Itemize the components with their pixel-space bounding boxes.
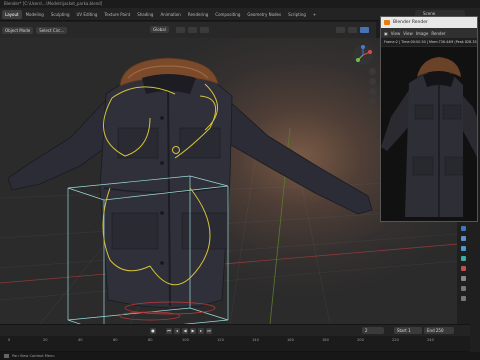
select-tool-dropdown[interactable]: Select Circ... bbox=[36, 26, 68, 34]
render-window-title: Blender Render bbox=[393, 20, 428, 25]
camera-view-icon[interactable] bbox=[369, 88, 376, 95]
next-keyframe-icon[interactable]: ▸ bbox=[198, 328, 204, 334]
menu-render[interactable]: Render bbox=[431, 31, 445, 36]
ruler-tick: 120 bbox=[217, 338, 224, 342]
render-properties-icon[interactable] bbox=[461, 226, 466, 231]
physics-properties-icon[interactable] bbox=[461, 296, 466, 301]
end-label: End bbox=[427, 328, 435, 333]
tab-geometry-nodes[interactable]: Geometry Nodes bbox=[244, 10, 284, 19]
ruler-tick: 220 bbox=[392, 338, 399, 342]
mode-dropdown[interactable]: Object Mode bbox=[2, 26, 34, 34]
menu-view[interactable]: View bbox=[391, 31, 401, 36]
tab-uv-editing[interactable]: UV Editing bbox=[74, 10, 101, 19]
ruler-tick: 180 bbox=[322, 338, 329, 342]
snap-icon[interactable] bbox=[188, 27, 197, 33]
ruler-tick: 140 bbox=[252, 338, 259, 342]
ruler-tick: 240 bbox=[427, 338, 434, 342]
pan-icon[interactable] bbox=[369, 78, 376, 85]
tab-texture-paint[interactable]: Texture Paint bbox=[101, 10, 133, 19]
object-properties-icon[interactable] bbox=[461, 276, 466, 281]
overlays-icon[interactable] bbox=[336, 27, 345, 33]
tab-layout[interactable]: Layout bbox=[2, 9, 22, 19]
tab-compositing[interactable]: Compositing bbox=[212, 10, 243, 19]
render-window-titlebar: Blender Render bbox=[381, 17, 477, 28]
timeline-header: ● ⏮ ◂ ◀ ▶ ▸ ⏭ 2 Start 1 End 250 bbox=[0, 324, 470, 336]
mouse-icon bbox=[4, 354, 9, 358]
jump-start-icon[interactable]: ⏮ bbox=[166, 328, 172, 334]
render-window: Blender Render ▣ View View Image Render … bbox=[380, 16, 478, 222]
rendered-jacket-image bbox=[381, 47, 477, 221]
ruler-tick: 80 bbox=[148, 338, 153, 342]
scene-properties-icon[interactable] bbox=[461, 256, 466, 261]
render-status: Frame:2 | Time:00:00.50 | Mem:736.44M (P… bbox=[381, 38, 477, 46]
proportional-edit-icon[interactable] bbox=[200, 27, 209, 33]
output-properties-icon[interactable] bbox=[461, 236, 466, 241]
record-icon[interactable]: ● bbox=[150, 328, 156, 334]
ruler-tick: 40 bbox=[78, 338, 83, 342]
tab-shading[interactable]: Shading bbox=[134, 10, 156, 19]
render-window-menubar: ▣ View View Image Render bbox=[381, 28, 477, 38]
modifier-properties-icon[interactable] bbox=[461, 286, 466, 291]
tab-rendering[interactable]: Rendering bbox=[185, 10, 211, 19]
play-reverse-icon[interactable]: ◀ bbox=[182, 328, 188, 334]
ruler-tick: 160 bbox=[287, 338, 294, 342]
start-label: Start bbox=[397, 328, 407, 333]
end-value: 250 bbox=[435, 328, 444, 333]
world-properties-icon[interactable] bbox=[461, 266, 466, 271]
status-text: Pan View Context Menu bbox=[12, 354, 55, 358]
navigation-gizmo[interactable] bbox=[352, 44, 374, 66]
prev-keyframe-icon[interactable]: ◂ bbox=[174, 328, 180, 334]
ruler-tick: 20 bbox=[43, 338, 48, 342]
render-image[interactable] bbox=[381, 47, 477, 221]
tab-sculpting[interactable]: Sculpting bbox=[48, 10, 73, 19]
transform-orientation-dropdown[interactable]: Global bbox=[150, 26, 169, 33]
view-layer-icon[interactable] bbox=[461, 246, 466, 251]
start-frame-field[interactable]: Start 1 bbox=[394, 327, 422, 334]
ruler-tick: 100 bbox=[182, 338, 189, 342]
blender-logo-icon bbox=[384, 20, 390, 25]
menu-view-2[interactable]: View bbox=[403, 31, 413, 36]
frame-ruler[interactable]: 0 20 40 60 80 100 120 140 160 180 200 22… bbox=[0, 336, 470, 352]
tab-scripting[interactable]: Scripting bbox=[285, 10, 309, 19]
current-frame-field[interactable]: 2 bbox=[362, 327, 384, 334]
zoom-icon[interactable] bbox=[369, 68, 376, 75]
jump-end-icon[interactable]: ⏭ bbox=[206, 328, 212, 334]
ruler-tick: 60 bbox=[113, 338, 118, 342]
status-bar: Pan View Context Menu bbox=[0, 352, 480, 360]
end-frame-field[interactable]: End 250 bbox=[424, 327, 454, 334]
menu-image[interactable]: Image bbox=[416, 31, 429, 36]
tab-modeling[interactable]: Modeling bbox=[23, 10, 47, 19]
pivot-point-icon[interactable] bbox=[176, 27, 185, 33]
ruler-tick: 0 bbox=[8, 338, 11, 342]
tab-animation[interactable]: Animation bbox=[157, 10, 183, 19]
start-value: 1 bbox=[408, 328, 411, 333]
shading-rendered-icon[interactable] bbox=[360, 27, 369, 33]
ruler-tick: 200 bbox=[357, 338, 364, 342]
add-workspace-button[interactable]: + bbox=[310, 10, 319, 19]
perspective-toggle-icon[interactable] bbox=[369, 98, 376, 105]
render-editor-type-icon[interactable]: ▣ bbox=[384, 31, 388, 36]
play-icon[interactable]: ▶ bbox=[190, 328, 196, 334]
shading-solid-icon[interactable] bbox=[348, 27, 357, 33]
window-title: Blender* [C:\Users\...\Models\jacket_par… bbox=[0, 0, 480, 8]
